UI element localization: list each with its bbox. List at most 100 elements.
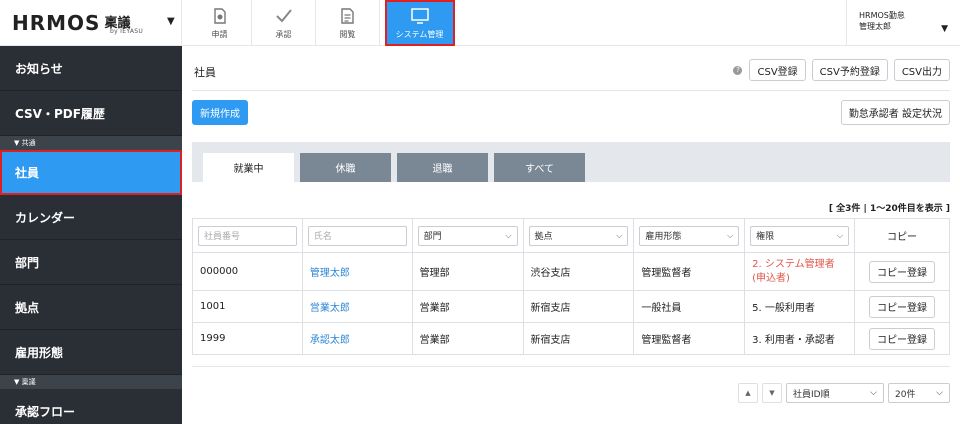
employee-name-link[interactable]: 営業太郎 — [310, 303, 350, 314]
employee-role-line2: (申込者) — [752, 272, 790, 284]
document-view-icon — [341, 6, 354, 26]
chevron-down-icon: ⌵ — [836, 230, 843, 240]
employee-name-link[interactable]: 承認太郎 — [310, 335, 350, 346]
tab-leave[interactable]: 休職 — [300, 153, 391, 182]
sidebar-item-csv-pdf-history[interactable]: CSV・PDF履歴 — [0, 91, 182, 136]
tab-retired[interactable]: 退職 — [397, 153, 488, 182]
divider — [192, 90, 950, 91]
sidebar-item-calendar[interactable]: カレンダー — [0, 195, 182, 240]
table-row: 1999 承認太郎 営業部 新宿支店 管理監督者 3. 利用者・承認者 コピー登… — [192, 322, 951, 355]
tab-employed[interactable]: 就業中 — [203, 153, 294, 182]
employee-site: 新宿支店 — [522, 322, 635, 355]
approver-settings-button[interactable]: 勤怠承認者 設定状況 — [840, 100, 950, 125]
chevron-down-icon: ⌵ — [727, 230, 734, 240]
employee-role-line1: 2. システム管理者 — [752, 258, 835, 270]
site-filter[interactable]: 拠点 ⌵ — [528, 225, 629, 246]
csv-register-button[interactable]: CSV登録 — [749, 59, 806, 81]
copy-register-button[interactable]: コピー登録 — [868, 327, 935, 350]
employment-filter[interactable]: 雇用形態 ⌵ — [639, 225, 740, 246]
checkmark-icon — [275, 6, 292, 26]
csv-export-button[interactable]: CSV出力 — [893, 59, 950, 81]
nav-apply[interactable]: 申請 — [188, 0, 252, 46]
divider — [192, 366, 950, 367]
employee-number: 1001 — [192, 290, 303, 323]
top-bar: HRMOS 稟議 by IEYASU ▼ 申請 承認 閲覧 システム管理 HRM… — [0, 0, 960, 46]
sidebar-item-sites[interactable]: 拠点 — [0, 285, 182, 330]
nav-view[interactable]: 閲覧 — [316, 0, 380, 46]
nav-apply-label: 申請 — [211, 30, 228, 39]
employee-employment: 管理監督者 — [633, 322, 746, 355]
nav-system-admin[interactable]: システム管理 — [385, 0, 455, 46]
employment-filter-label: 雇用形態 — [645, 232, 682, 242]
employee-department: 営業部 — [411, 322, 524, 355]
brand-logo: HRMOS — [12, 11, 101, 35]
page-title: 社員 — [194, 66, 216, 79]
header-actions: ? CSV登録 CSV予約登録 CSV出力 — [733, 59, 950, 81]
sidebar-item-approval-flow[interactable]: 承認フロー — [0, 389, 182, 424]
employee-number: 1999 — [192, 322, 303, 355]
employee-name-link[interactable]: 管理太郎 — [310, 268, 350, 279]
employee-department: 管理部 — [411, 252, 524, 291]
department-filter-label: 部門 — [423, 232, 442, 242]
nav-view-label: 閲覧 — [339, 30, 356, 39]
sidebar-item-employment-types[interactable]: 雇用形態 — [0, 330, 182, 375]
sort-up-icon[interactable]: ▲ — [738, 383, 758, 403]
sidebar-item-departments[interactable]: 部門 — [0, 240, 182, 285]
help-icon[interactable]: ? — [733, 65, 743, 75]
copy-column-header: コピー — [853, 218, 951, 253]
nav-approve-label: 承認 — [275, 30, 292, 39]
employee-role: 3. 利用者・承認者 — [744, 322, 855, 355]
table-row: 000000 管理太郎 管理部 渋谷支店 管理監督者 2. システム管理者 (申込… — [192, 252, 951, 291]
site-filter-label: 拠点 — [534, 232, 553, 242]
tab-all[interactable]: すべて — [494, 153, 585, 182]
chevron-down-icon: ⌵ — [870, 388, 877, 398]
table-row: 1001 営業太郎 営業部 新宿支店 一般社員 5. 一般利用者 コピー登録 — [192, 290, 951, 323]
csv-schedule-button[interactable]: CSV予約登録 — [811, 59, 888, 81]
copy-register-button[interactable]: コピー登録 — [868, 295, 935, 318]
chevron-down-icon: ⌵ — [616, 230, 623, 240]
sidebar-item-news[interactable]: お知らせ — [0, 46, 182, 91]
main-content: 社員 ? CSV登録 CSV予約登録 CSV出力 新規作成 勤怠承認者 設定状況… — [182, 46, 960, 424]
sort-select-value: 社員ID順 — [793, 389, 830, 400]
nav-approve[interactable]: 承認 — [252, 0, 316, 46]
sort-down-icon[interactable]: ▼ — [762, 383, 782, 403]
employee-role: 5. 一般利用者 — [744, 290, 855, 323]
chevron-down-icon: ⌵ — [505, 230, 512, 240]
employee-department: 営業部 — [411, 290, 524, 323]
nav-system-admin-label: システム管理 — [395, 30, 444, 39]
sidebar: お知らせ CSV・PDF履歴 ▼ 共通 社員 カレンダー 部門 拠点 雇用形態 … — [0, 46, 182, 424]
status-tabs: 就業中 休職 退職 すべて — [192, 142, 950, 182]
chevron-down-icon: ⌵ — [936, 388, 943, 398]
new-employee-button[interactable]: 新規作成 — [192, 100, 248, 125]
name-filter[interactable]: 氏名 — [307, 225, 407, 246]
per-page-select[interactable]: 20件 ⌵ — [888, 383, 950, 403]
pager: ▲ ▼ 社員ID順 ⌵ 20件 ⌵ — [738, 383, 950, 403]
employee-site: 新宿支店 — [522, 290, 635, 323]
sidebar-section-ringi[interactable]: ▼ 稟議 — [0, 375, 182, 389]
employee-number-filter[interactable]: 社員番号 — [198, 225, 297, 246]
brand-switcher[interactable]: HRMOS 稟議 by IEYASU ▼ — [0, 0, 182, 46]
app-root: HRMOS 稟議 by IEYASU ▼ 申請 承認 閲覧 システム管理 HRM… — [0, 0, 960, 424]
role-filter[interactable]: 権限 ⌵ — [750, 225, 849, 246]
role-filter-label: 権限 — [756, 232, 775, 242]
brand-byline: by IEYASU — [110, 28, 144, 35]
user-menu[interactable]: HRMOS勤怠 管理太郎 ▼ — [846, 0, 960, 46]
employee-role: 2. システム管理者 (申込者) — [752, 258, 847, 286]
sidebar-section-common[interactable]: ▼ 共通 — [0, 136, 182, 150]
user-company: HRMOS勤怠 — [859, 11, 905, 20]
department-filter[interactable]: 部門 ⌵ — [417, 225, 518, 246]
filter-row: 社員番号 氏名 部門 ⌵ 拠点 ⌵ 雇用形態 ⌵ 権限 ⌵ コピー — [192, 218, 951, 253]
employee-number: 000000 — [192, 252, 303, 291]
employee-site: 渋谷支店 — [522, 252, 635, 291]
sidebar-item-employees[interactable]: 社員 — [0, 150, 182, 195]
employee-employment: 管理監督者 — [633, 252, 746, 291]
caret-down-icon: ▼ — [941, 24, 948, 34]
employee-table: 社員番号 氏名 部門 ⌵ 拠点 ⌵ 雇用形態 ⌵ 権限 ⌵ コピー 000000 管理太… — [192, 218, 951, 355]
monitor-icon — [410, 6, 429, 26]
employee-employment: 一般社員 — [633, 290, 746, 323]
sort-select[interactable]: 社員ID順 ⌵ — [786, 383, 884, 403]
per-page-value: 20件 — [895, 389, 916, 400]
main-nav: 申請 承認 閲覧 システム管理 — [188, 0, 455, 46]
copy-register-button[interactable]: コピー登録 — [868, 260, 935, 283]
result-count: [ 全3件 | 1〜20件目を表示 ] — [828, 204, 950, 214]
